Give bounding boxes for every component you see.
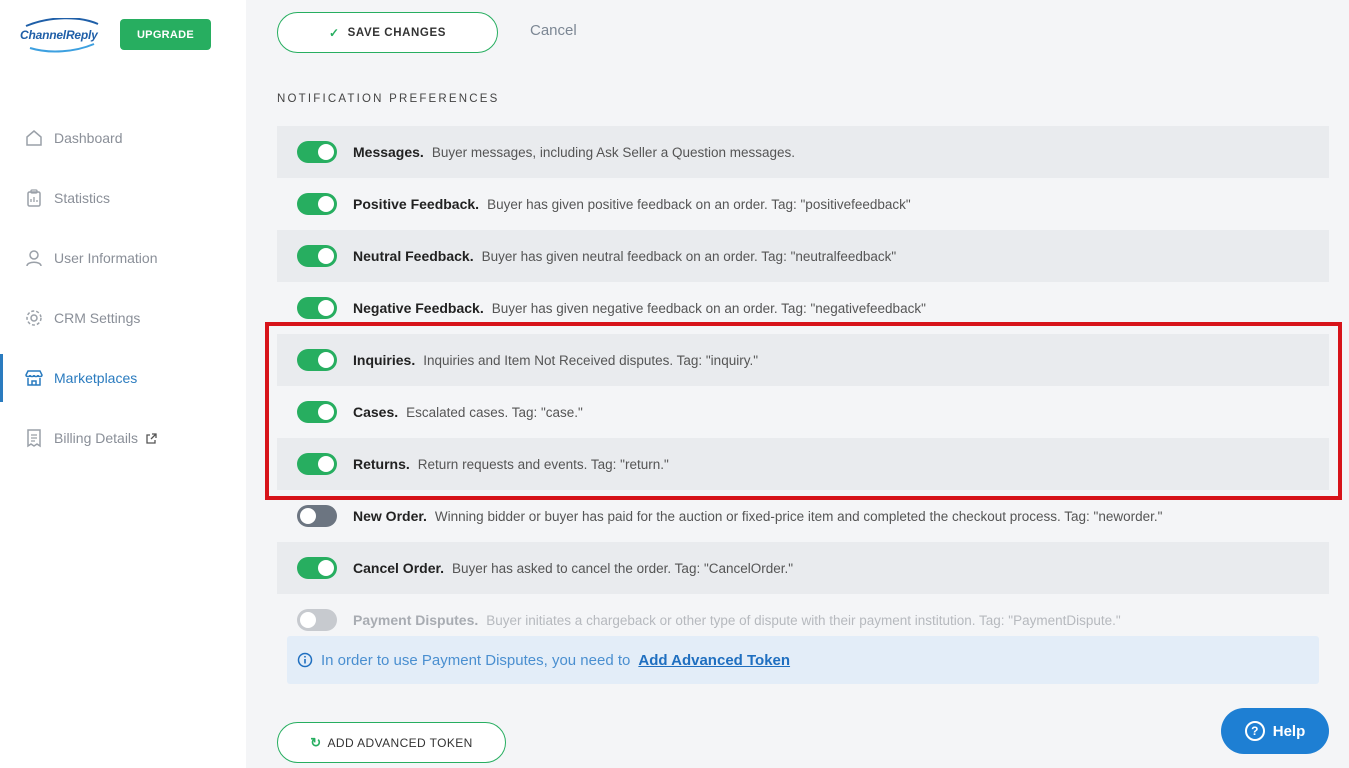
pref-name: Positive Feedback. <box>353 196 480 212</box>
toggle-knob <box>318 456 334 472</box>
checkmark-icon: ✓ <box>328 25 340 40</box>
toggle-knob <box>300 508 316 524</box>
pref-row-negative-feedback: Negative Feedback. Buyer has given negat… <box>277 282 1329 334</box>
add-advanced-token-link[interactable]: Add Advanced Token <box>638 652 790 669</box>
toggle-knob <box>318 352 334 368</box>
pref-row-messages: Messages. Buyer messages, including Ask … <box>277 126 1329 178</box>
pref-row-neutral-feedback: Neutral Feedback. Buyer has given neutra… <box>277 230 1329 282</box>
toggle-negative-feedback[interactable] <box>297 297 337 319</box>
pref-name: Returns. <box>353 456 410 472</box>
sidebar-item-label: Billing Details <box>54 430 139 446</box>
section-title: NOTIFICATION PREFERENCES <box>277 93 500 105</box>
sidebar-item-statistics[interactable]: Statistics <box>0 168 246 228</box>
toggle-payment-disputes <box>297 609 337 631</box>
toggle-positive-feedback[interactable] <box>297 193 337 215</box>
help-label: Help <box>1272 722 1306 740</box>
pref-name: Cancel Order. <box>353 560 445 576</box>
pref-row-positive-feedback: Positive Feedback. Buyer has given posit… <box>277 178 1329 230</box>
payment-disputes-info-banner: In order to use Payment Disputes, you ne… <box>287 636 1319 684</box>
sidebar: ChannelReply UPGRADE Dashboard Statistic… <box>0 0 246 768</box>
toggle-knob <box>318 248 334 264</box>
pref-description: Escalated cases. Tag: "case." <box>406 404 583 420</box>
pref-row-cases: Cases. Escalated cases. Tag: "case." <box>277 386 1329 438</box>
pref-row-returns: Returns. Return requests and events. Tag… <box>277 438 1329 490</box>
clipboard-icon <box>24 188 44 208</box>
sidebar-nav: Dashboard Statistics User Information CR… <box>0 108 246 468</box>
pref-row-new-order: New Order. Winning bidder or buyer has p… <box>277 490 1329 542</box>
pref-description: Buyer has given positive feedback on an … <box>487 196 911 212</box>
notification-preferences-list: Messages. Buyer messages, including Ask … <box>277 126 1329 646</box>
toggle-cancel-order[interactable] <box>297 557 337 579</box>
pref-description: Inquiries and Item Not Received disputes… <box>423 352 758 368</box>
sidebar-item-label: CRM Settings <box>54 310 141 326</box>
receipt-icon <box>24 428 44 448</box>
info-icon <box>297 652 313 668</box>
sidebar-item-label: Marketplaces <box>54 370 138 386</box>
sidebar-item-label: User Information <box>54 250 158 266</box>
pref-name: Payment Disputes. <box>353 612 479 628</box>
sidebar-item-billing-details[interactable]: Billing Details <box>0 408 246 468</box>
help-button[interactable]: ? Help <box>1221 708 1329 754</box>
pref-description: Buyer has given negative feedback on an … <box>491 300 926 316</box>
question-icon: ? <box>1244 721 1265 741</box>
toggle-knob <box>318 196 334 212</box>
sidebar-item-user-information[interactable]: User Information <box>0 228 246 288</box>
pref-description: Return requests and events. Tag: "return… <box>417 456 669 472</box>
toggle-neutral-feedback[interactable] <box>297 245 337 267</box>
toggle-new-order[interactable] <box>297 505 337 527</box>
pref-name: Neutral Feedback. <box>353 248 474 264</box>
save-changes-button[interactable]: ✓ SAVE CHANGES <box>277 12 498 53</box>
store-icon <box>24 368 44 388</box>
channelreply-logo[interactable]: ChannelReply <box>20 18 102 54</box>
toggle-returns[interactable] <box>297 453 337 475</box>
pref-description: Buyer has asked to cancel the order. Tag… <box>452 560 794 576</box>
toggle-knob <box>318 300 334 316</box>
toggle-knob <box>300 612 316 628</box>
sidebar-item-dashboard[interactable]: Dashboard <box>0 108 246 168</box>
add-advanced-token-label: ADD ADVANCED TOKEN <box>327 735 473 750</box>
refresh-icon: ↻ <box>310 734 322 750</box>
upgrade-button[interactable]: UPGRADE <box>120 19 211 50</box>
pref-description: Buyer initiates a chargeback or other ty… <box>486 612 1121 628</box>
external-link-icon <box>146 432 157 444</box>
logo-text: ChannelReply <box>20 28 98 42</box>
toggle-inquiries[interactable] <box>297 349 337 371</box>
pref-name: Inquiries. <box>353 352 416 368</box>
toggle-knob <box>318 560 334 576</box>
pref-name: Negative Feedback. <box>353 300 484 316</box>
cancel-link[interactable]: Cancel <box>530 22 577 39</box>
pref-description: Buyer messages, including Ask Seller a Q… <box>431 144 796 160</box>
toggle-knob <box>318 404 334 420</box>
add-advanced-token-button[interactable]: ↻ ADD ADVANCED TOKEN <box>277 722 506 763</box>
sidebar-item-crm-settings[interactable]: CRM Settings <box>0 288 246 348</box>
sidebar-item-marketplaces[interactable]: Marketplaces <box>0 348 246 408</box>
pref-name: New Order. <box>353 508 427 524</box>
home-icon <box>24 128 44 148</box>
pref-row-cancel-order: Cancel Order. Buyer has asked to cancel … <box>277 542 1329 594</box>
toggle-messages[interactable] <box>297 141 337 163</box>
save-changes-label: SAVE CHANGES <box>347 26 447 39</box>
user-icon <box>24 248 44 268</box>
pref-description: Buyer has given neutral feedback on an o… <box>481 248 897 264</box>
main-content: ✓ SAVE CHANGES Cancel NOTIFICATION PREFE… <box>246 0 1349 768</box>
sidebar-item-label: Statistics <box>54 190 111 206</box>
toggle-knob <box>318 144 334 160</box>
sidebar-item-label: Dashboard <box>54 130 123 146</box>
pref-row-inquiries: Inquiries. Inquiries and Item Not Receiv… <box>277 334 1329 386</box>
pref-description: Winning bidder or buyer has paid for the… <box>434 508 1163 524</box>
pref-name: Messages. <box>353 144 424 160</box>
info-text: In order to use Payment Disputes, you ne… <box>321 651 631 669</box>
gear-icon <box>24 308 44 328</box>
pref-name: Cases. <box>353 404 399 420</box>
toggle-cases[interactable] <box>297 401 337 423</box>
